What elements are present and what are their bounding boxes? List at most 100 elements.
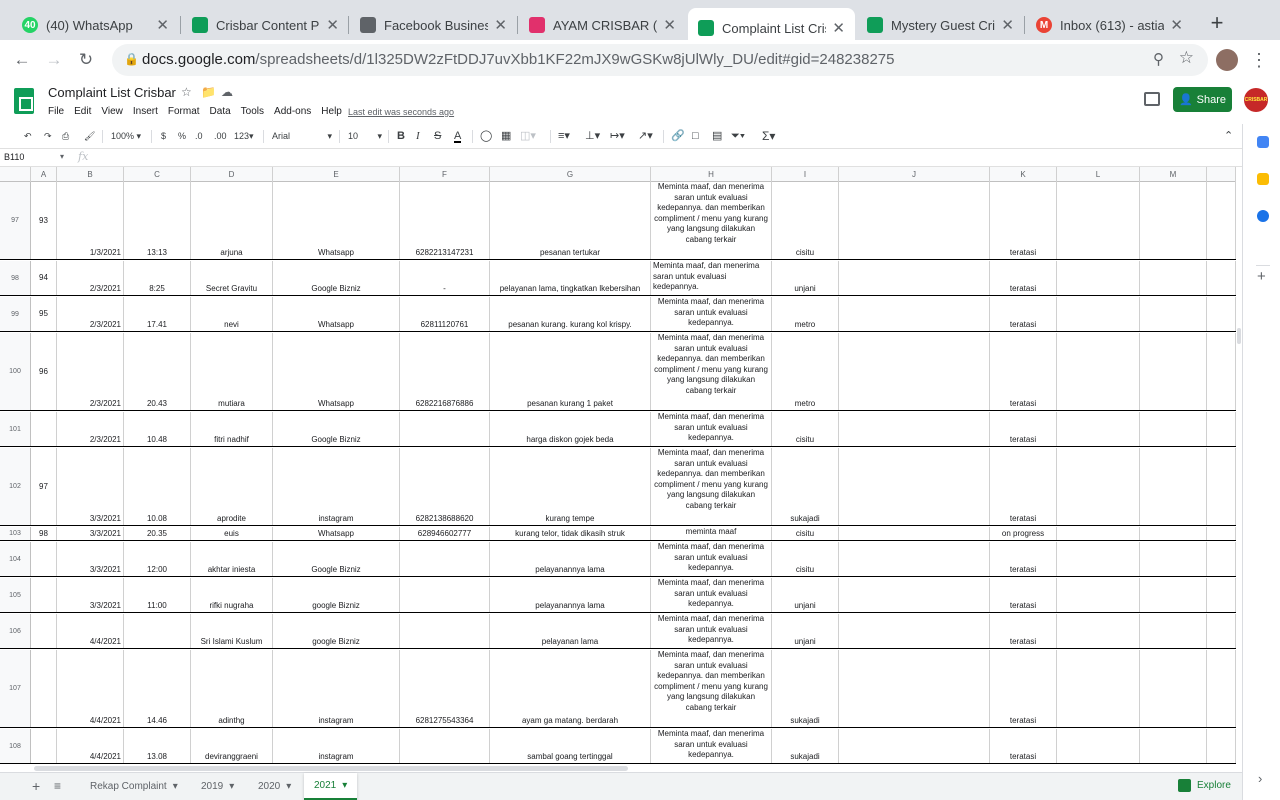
url-text[interactable]: docs.google.com/spreadsheets/d/1l325DW2z… bbox=[142, 51, 894, 68]
cell-m[interactable] bbox=[1140, 182, 1207, 259]
cell-g[interactable]: pesanan tertukar bbox=[490, 182, 651, 259]
cell-a[interactable] bbox=[31, 650, 57, 727]
row-number[interactable]: 103 bbox=[0, 527, 31, 540]
cell-f[interactable]: 628946602777 bbox=[400, 527, 490, 540]
browser-tab[interactable]: AYAM CRISBAR (@ ✕ bbox=[519, 8, 686, 42]
browser-tab[interactable]: Crisbar Content Pl ✕ bbox=[182, 8, 349, 42]
column-header[interactable]: F bbox=[400, 167, 490, 182]
new-tab-icon[interactable]: + bbox=[1205, 12, 1229, 36]
profile-avatar[interactable] bbox=[1216, 49, 1238, 71]
menu-file[interactable]: File bbox=[48, 106, 64, 117]
menu-addons[interactable]: Add-ons bbox=[274, 106, 311, 117]
cell-e[interactable]: Whatsapp bbox=[273, 182, 400, 259]
cell-m[interactable] bbox=[1140, 650, 1207, 727]
cell-d[interactable]: aprodite bbox=[191, 448, 273, 525]
cell-d[interactable]: arjuna bbox=[191, 182, 273, 259]
cell-c[interactable]: 17.41 bbox=[124, 297, 191, 331]
cell-k[interactable]: teratasi bbox=[990, 578, 1057, 612]
cell-d[interactable]: Sri Islami Kuslum bbox=[191, 614, 273, 648]
last-edit-link[interactable]: Last edit was seconds ago bbox=[348, 107, 454, 117]
cell-g[interactable]: pelayanan lama, tingkatkan lkebersihan bbox=[490, 261, 651, 295]
browser-tab[interactable]: M Inbox (613) - astia ✕ bbox=[1026, 8, 1193, 42]
cell-a[interactable]: 96 bbox=[31, 333, 57, 410]
cell-l[interactable] bbox=[1057, 412, 1140, 446]
paint-format-icon[interactable]: 🖌 bbox=[84, 129, 95, 143]
cell-j[interactable] bbox=[839, 412, 990, 446]
decrease-decimal-button[interactable]: .0 bbox=[195, 129, 203, 143]
cell-m[interactable] bbox=[1140, 578, 1207, 612]
cell-b[interactable]: 2/3/2021 bbox=[57, 261, 124, 295]
cell-b[interactable]: 4/4/2021 bbox=[57, 650, 124, 727]
vertical-align-icon[interactable]: ⊥▾ bbox=[585, 129, 600, 143]
name-box-dropdown-icon[interactable]: ▾ bbox=[60, 152, 64, 161]
cell-l[interactable] bbox=[1057, 333, 1140, 410]
menu-tools[interactable]: Tools bbox=[241, 106, 264, 117]
close-tab-icon[interactable]: ✕ bbox=[1170, 16, 1183, 34]
row-number[interactable]: 101 bbox=[0, 412, 31, 446]
cell-g[interactable]: pelayanannya lama bbox=[490, 578, 651, 612]
cell-b[interactable]: 3/3/2021 bbox=[57, 542, 124, 576]
get-addons-icon[interactable]: + bbox=[1257, 268, 1266, 285]
move-folder-icon[interactable]: 📁 bbox=[201, 85, 216, 99]
sheet-tab[interactable]: Rekap Complaint ▾ bbox=[80, 773, 188, 800]
cell-g[interactable]: kurang tempe bbox=[490, 448, 651, 525]
menu-view[interactable]: View bbox=[101, 106, 123, 117]
cell-j[interactable] bbox=[839, 333, 990, 410]
menu-insert[interactable]: Insert bbox=[133, 106, 158, 117]
cell-i[interactable]: cisitu bbox=[772, 542, 839, 576]
cell-b[interactable]: 3/3/2021 bbox=[57, 578, 124, 612]
cell-f[interactable]: 6281275543364 bbox=[400, 650, 490, 727]
cell-a[interactable] bbox=[31, 542, 57, 576]
insert-chart-icon[interactable]: ▤ bbox=[712, 129, 722, 143]
cell-l[interactable] bbox=[1057, 650, 1140, 727]
expand-panel-icon[interactable]: › bbox=[1258, 771, 1262, 786]
column-header[interactable]: H bbox=[651, 167, 772, 182]
sheet-tab[interactable]: 2021 ▾ bbox=[304, 773, 358, 800]
horizontal-scroll-thumb[interactable] bbox=[34, 766, 628, 771]
italic-icon[interactable]: I bbox=[416, 129, 420, 143]
explore-button[interactable]: Explore bbox=[1178, 779, 1231, 792]
menu-format[interactable]: Format bbox=[168, 106, 200, 117]
cell-d[interactable]: euis bbox=[191, 527, 273, 540]
cell-i[interactable]: cisitu bbox=[772, 182, 839, 259]
cell-c[interactable]: 14.46 bbox=[124, 650, 191, 727]
cell-k[interactable]: teratasi bbox=[990, 542, 1057, 576]
cell-h[interactable]: Meminta maaf, dan menerima saran untuk e… bbox=[651, 182, 772, 259]
sheet-tab-menu-icon[interactable]: ▾ bbox=[173, 781, 178, 792]
cell-j[interactable] bbox=[839, 578, 990, 612]
cell-k[interactable]: teratasi bbox=[990, 412, 1057, 446]
cell-m[interactable] bbox=[1140, 542, 1207, 576]
cell-k[interactable]: on progress bbox=[990, 527, 1057, 540]
font-size-select[interactable]: 10 ▾ bbox=[348, 129, 382, 143]
close-tab-icon[interactable]: ✕ bbox=[326, 16, 339, 34]
row-number[interactable]: 98 bbox=[0, 261, 31, 295]
cell-e[interactable]: instagram bbox=[273, 729, 400, 763]
column-header[interactable]: A bbox=[31, 167, 57, 182]
address-bar[interactable]: 🔒 docs.google.com/spreadsheets/d/1l325DW… bbox=[112, 44, 1208, 76]
cell-f[interactable]: 62811120761 bbox=[400, 297, 490, 331]
row-number[interactable]: 100 bbox=[0, 333, 31, 410]
keep-icon[interactable] bbox=[1257, 173, 1269, 185]
share-button[interactable]: 👤 Share bbox=[1173, 87, 1232, 112]
row-number[interactable]: 104 bbox=[0, 542, 31, 576]
cell-a[interactable]: 94 bbox=[31, 261, 57, 295]
cell-e[interactable]: instagram bbox=[273, 448, 400, 525]
column-header[interactable]: L bbox=[1057, 167, 1140, 182]
cell-a[interactable] bbox=[31, 729, 57, 763]
tasks-icon[interactable] bbox=[1257, 210, 1269, 222]
cell-e[interactable]: Whatsapp bbox=[273, 297, 400, 331]
cell-k[interactable]: teratasi bbox=[990, 182, 1057, 259]
cell-i[interactable]: sukajadi bbox=[772, 650, 839, 727]
cell-k[interactable]: teratasi bbox=[990, 614, 1057, 648]
cell-a[interactable]: 93 bbox=[31, 182, 57, 259]
column-header[interactable]: B bbox=[57, 167, 124, 182]
cell-m[interactable] bbox=[1140, 448, 1207, 525]
cell-b[interactable]: 2/3/2021 bbox=[57, 297, 124, 331]
cell-h[interactable]: Meminta maaf, dan menerima saran untuk e… bbox=[651, 578, 772, 612]
add-sheet-icon[interactable]: + bbox=[32, 778, 40, 794]
all-sheets-icon[interactable]: ≡ bbox=[54, 779, 61, 793]
cell-overflow[interactable] bbox=[1207, 729, 1236, 763]
font-family-select[interactable]: Arial ▾ bbox=[272, 129, 332, 143]
cell-overflow[interactable] bbox=[1207, 614, 1236, 648]
cell-g[interactable]: sambal goang tertinggal bbox=[490, 729, 651, 763]
